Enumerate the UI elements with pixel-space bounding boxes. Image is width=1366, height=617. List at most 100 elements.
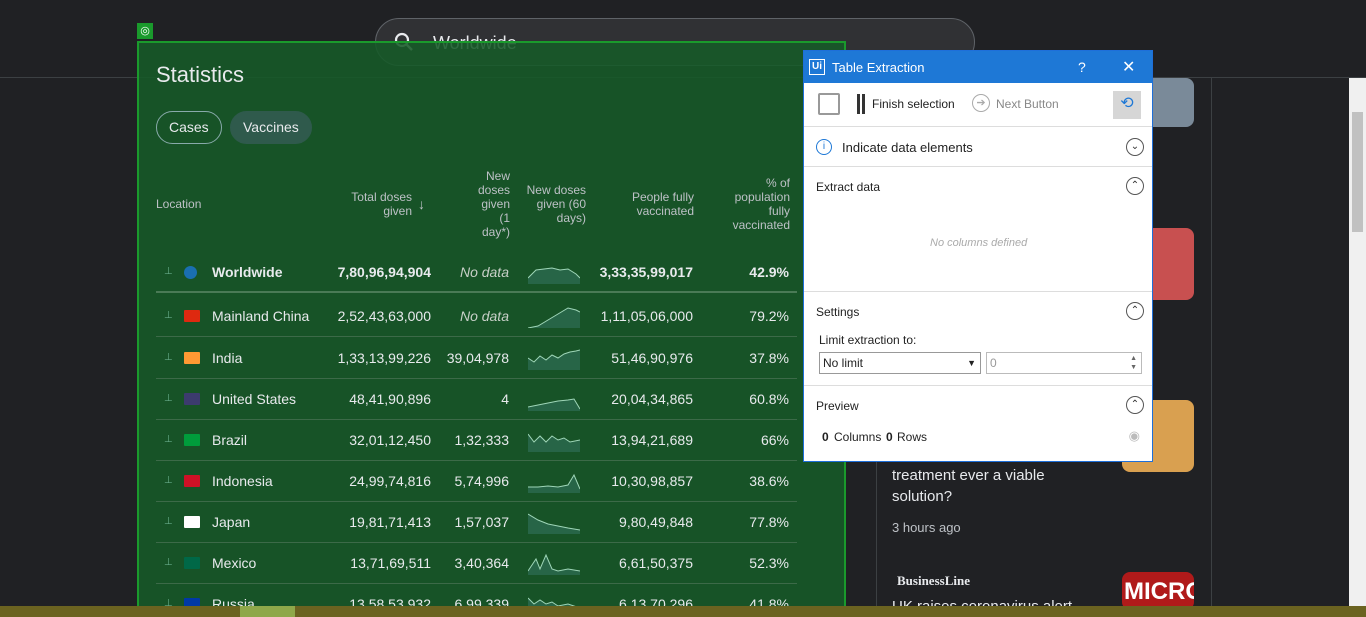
- limit-number-input[interactable]: 0 ▲ ▼: [986, 352, 1142, 374]
- trend-sparkline: [528, 398, 580, 411]
- flag-icon: [184, 266, 197, 279]
- pin-icon[interactable]: ⊥: [164, 310, 173, 321]
- fully-vaccinated-cell: 10,30,98,857: [611, 473, 693, 489]
- location-cell[interactable]: Brazil: [212, 432, 247, 448]
- pin-icon[interactable]: ⊥: [164, 266, 173, 277]
- location-cell[interactable]: United States: [212, 391, 296, 407]
- taskbar-strip: [0, 606, 1366, 617]
- table-row[interactable]: ⊥ Indonesia 24,99,74,816 5,74,996 10,30,…: [156, 461, 797, 502]
- location-cell[interactable]: Worldwide: [212, 264, 283, 280]
- chevron-up-icon[interactable]: ⌃: [1126, 177, 1144, 195]
- stepper-icon[interactable]: ▲ ▼: [1130, 354, 1137, 372]
- stats-title: Statistics: [156, 62, 245, 87]
- trend-sparkline: [528, 473, 580, 493]
- location-cell[interactable]: Japan: [212, 514, 250, 530]
- columns-count: 0: [822, 430, 829, 444]
- next-button-icon: ➔: [972, 94, 990, 112]
- news-time: 3 hours ago: [892, 520, 961, 535]
- new-doses-cell: 5,74,996: [454, 473, 510, 489]
- fully-vaccinated-cell: 3,33,35,99,017: [599, 264, 693, 280]
- location-cell[interactable]: Mainland China: [212, 308, 309, 324]
- save-icon[interactable]: [818, 93, 840, 115]
- new-doses-cell: 4: [501, 391, 509, 407]
- settings-title: Settings: [816, 305, 860, 319]
- fully-vaccinated-cell: 13,94,21,689: [611, 432, 693, 448]
- trend-sparkline: [528, 349, 580, 370]
- percent-cell: 52.3%: [749, 555, 789, 571]
- chevron-up-icon[interactable]: ⌃: [1126, 396, 1144, 414]
- dialog-toolbar: Finish selection ➔ Next Button ⟲: [804, 83, 1152, 127]
- total-doses-cell: 32,01,12,450: [349, 432, 431, 448]
- preview-title: Preview: [816, 399, 859, 413]
- indicate-section[interactable]: i Indicate data elements ⌄: [804, 127, 1152, 167]
- column-header-fully-vaccinated: People fully vaccinated: [631, 190, 694, 218]
- total-doses-cell: 24,99,74,816: [349, 473, 431, 489]
- pin-icon[interactable]: ⊥: [164, 393, 173, 404]
- percent-cell: 77.8%: [749, 514, 789, 530]
- location-cell[interactable]: Mexico: [212, 555, 256, 571]
- table-row[interactable]: ⊥ Worldwide 7,80,96,94,904 No data 3,33,…: [156, 252, 797, 293]
- table-row[interactable]: ⊥ India 1,33,13,99,226 39,04,978 51,46,9…: [156, 338, 797, 379]
- pin-icon[interactable]: ⊥: [164, 434, 173, 445]
- trend-sparkline: [528, 513, 580, 534]
- target-icon: ◎: [137, 23, 153, 39]
- column-header-percent: % of population fully vaccinated: [732, 176, 790, 232]
- column-header-new-doses: New doses given (1 day*): [477, 169, 510, 239]
- table-row[interactable]: ⊥ Japan 19,81,71,413 1,57,037 9,80,49,84…: [156, 502, 797, 543]
- rows-label: Rows: [897, 430, 928, 444]
- scrollbar-thumb[interactable]: [1352, 112, 1363, 232]
- location-cell[interactable]: Indonesia: [212, 473, 273, 489]
- new-doses-cell: No data: [459, 264, 509, 280]
- percent-cell: 38.6%: [749, 473, 789, 489]
- close-button[interactable]: ✕: [1122, 57, 1135, 77]
- column-header-new-doses-60: New doses given (60 days): [526, 183, 586, 225]
- table-row[interactable]: ⊥ Brazil 32,01,12,450 1,32,333 13,94,21,…: [156, 420, 797, 461]
- new-doses-cell: 1,32,333: [454, 432, 510, 448]
- limit-value: No limit: [823, 356, 864, 370]
- extract-section: Extract data ⌃ No columns defined: [804, 167, 1152, 292]
- new-doses-cell: 1,57,037: [454, 514, 510, 530]
- sort-arrow-icon[interactable]: ↓: [418, 196, 425, 212]
- settings-section: Settings ⌃ Limit extraction to: No limit…: [804, 292, 1152, 386]
- total-doses-cell: 7,80,96,94,904: [337, 264, 431, 280]
- fully-vaccinated-cell: 6,61,50,375: [619, 555, 693, 571]
- chevron-down-icon[interactable]: ⌄: [1126, 138, 1144, 156]
- refresh-icon[interactable]: ⟲: [1113, 91, 1141, 119]
- no-columns-text: No columns defined: [930, 237, 1028, 249]
- table-row[interactable]: ⊥ Mexico 13,71,69,511 3,40,364 6,61,50,3…: [156, 543, 797, 584]
- pin-icon[interactable]: ⊥: [164, 475, 173, 486]
- column-header-total-doses[interactable]: Total doses given: [340, 190, 412, 218]
- location-cell[interactable]: India: [212, 350, 242, 366]
- finish-selection-button[interactable]: Finish selection: [872, 97, 955, 111]
- tab-cases[interactable]: Cases: [156, 111, 222, 144]
- page-scrollbar[interactable]: [1349, 78, 1366, 606]
- total-doses-cell: 19,81,71,413: [349, 514, 431, 530]
- pin-icon[interactable]: ⊥: [164, 516, 173, 527]
- column-header-location: Location: [156, 197, 202, 211]
- new-doses-cell: No data: [459, 308, 509, 324]
- table-extraction-dialog: Ui Table Extraction ? ✕ Finish selection…: [803, 50, 1153, 462]
- next-button[interactable]: Next Button: [996, 97, 1059, 111]
- news-headline[interactable]: treatment ever a viable solution?: [892, 465, 1092, 507]
- pin-icon[interactable]: ⊥: [164, 557, 173, 568]
- pin-icon[interactable]: ⊥: [164, 352, 173, 363]
- eye-icon[interactable]: ◉: [1129, 428, 1140, 444]
- chevron-up-icon[interactable]: ⌃: [1126, 302, 1144, 320]
- table-row[interactable]: ⊥ United States 48,41,90,896 4 20,04,34,…: [156, 379, 797, 420]
- trend-sparkline: [528, 433, 580, 452]
- total-doses-cell: 48,41,90,896: [349, 391, 431, 407]
- trend-sparkline: [528, 267, 580, 284]
- news-thumbnail[interactable]: MICRO: [1122, 572, 1194, 610]
- flag-icon: [184, 352, 200, 364]
- percent-cell: 42.9%: [749, 264, 789, 280]
- tab-vaccines[interactable]: Vaccines: [230, 111, 312, 144]
- table-row[interactable]: ⊥ Mainland China 2,52,43,63,000 No data …: [156, 296, 797, 337]
- indicate-label: Indicate data elements: [842, 140, 973, 155]
- dropdown-arrow-icon: ▼: [967, 358, 976, 368]
- trend-sparkline: [528, 307, 580, 328]
- extract-title: Extract data: [816, 180, 881, 194]
- limit-dropdown[interactable]: No limit ▼: [819, 352, 981, 374]
- help-button[interactable]: ?: [1078, 59, 1086, 75]
- flag-icon: [184, 557, 200, 569]
- rows-count: 0: [886, 430, 893, 444]
